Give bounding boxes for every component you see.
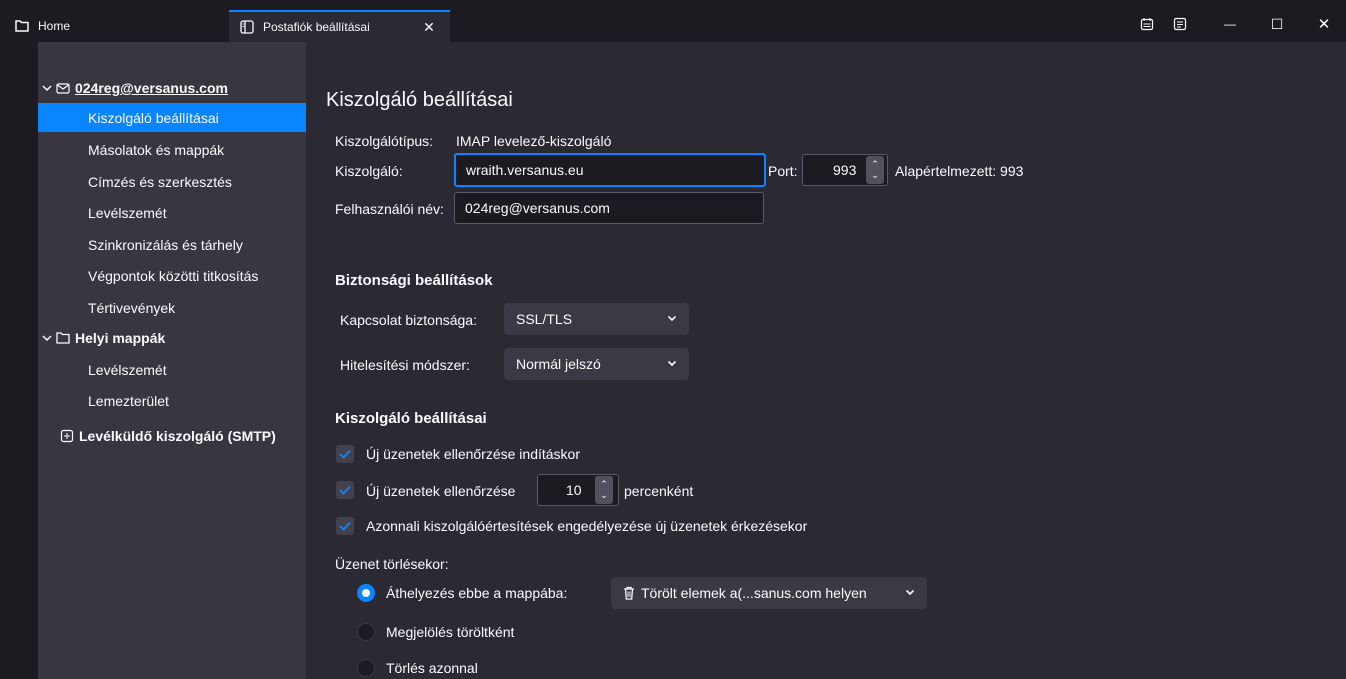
spin-up-icon: ⌃ <box>600 479 608 489</box>
sidebar-account-label: 024reg@versanus.com <box>75 80 228 96</box>
sidebar-smtp[interactable]: Levélküldő kiszolgáló (SMTP) <box>60 424 276 448</box>
server-type-label: Kiszolgálótípus: <box>335 133 434 149</box>
delete-now-label: Törlés azonnal <box>386 660 478 676</box>
tasks-icon[interactable] <box>1170 10 1190 38</box>
sidebar-item-receipts[interactable]: Tértivevények <box>38 293 306 322</box>
tab-settings-label: Postafiók beállításai <box>263 20 370 34</box>
chevron-down-icon <box>667 359 677 370</box>
move-to-folder-label: Áthelyezés ebbe a mappába: <box>386 585 568 601</box>
delete-now-radio[interactable] <box>357 659 375 677</box>
maximize-button[interactable]: ☐ <box>1265 10 1289 38</box>
interval-spinner[interactable]: ⌃ ⌄ <box>595 476 613 504</box>
auth-value: Normál jelszó <box>516 356 601 372</box>
conn-security-label: Kapcsolat biztonsága: <box>340 312 477 328</box>
spin-up-icon: ⌃ <box>871 159 879 169</box>
trash-folder-value: Törölt elemek a(...sanus.com helyen <box>641 585 867 601</box>
check-startup-label: Új üzenetek ellenőrzése indításkor <box>366 446 581 462</box>
account-sidebar: 024reg@versanus.com Kiszolgáló beállítás… <box>38 42 306 679</box>
sidebar-item-label: Szinkronizálás és tárhely <box>88 236 243 253</box>
username-input[interactable]: 024reg@versanus.com <box>454 192 764 224</box>
close-tab-icon[interactable]: ✕ <box>420 18 438 36</box>
sidebar-item-e2e-encryption[interactable]: Végpontok közötti titkosítás <box>38 261 306 290</box>
checkmark-icon <box>339 485 351 495</box>
spin-down-icon: ⌄ <box>871 170 879 180</box>
server-type-value: IMAP levelező-kiszolgáló <box>456 133 612 149</box>
port-value: 993 <box>833 162 857 178</box>
account-settings-icon <box>239 19 255 35</box>
username-label: Felhasználói név: <box>335 201 444 217</box>
sidebar-item-label: Végpontok közötti titkosítás <box>88 267 259 284</box>
chevron-down-icon <box>667 314 677 325</box>
settings-panel: Kiszolgáló beállításai Kiszolgálótípus: … <box>306 42 1346 679</box>
sidebar-item-label: Címzés és szerkesztés <box>88 173 232 190</box>
minutes-suffix: percenként <box>624 483 694 499</box>
sidebar-smtp-label: Levélküldő kiszolgáló (SMTP) <box>79 428 276 444</box>
sidebar-local-folders-label: Helyi mappák <box>75 330 166 346</box>
server-input[interactable]: wraith.versanus.eu <box>454 153 766 187</box>
check-startup-checkbox[interactable] <box>336 445 354 463</box>
checkmark-icon <box>339 521 351 531</box>
calendar-icon[interactable] <box>1137 10 1157 38</box>
mark-deleted-label: Megjelölés töröltként <box>386 624 515 640</box>
sidebar-item-server-settings[interactable]: Kiszolgáló beállításai <box>38 103 306 132</box>
trash-folder-select[interactable]: Törölt elemek a(...sanus.com helyen <box>611 577 927 609</box>
outgoing-server-icon <box>60 429 76 443</box>
sidebar-item-label: Kiszolgáló beállításai <box>88 109 219 126</box>
close-window-button[interactable]: ✕ <box>1312 10 1336 38</box>
check-every-checkbox[interactable] <box>336 481 354 499</box>
checkmark-icon <box>339 449 351 459</box>
tab-home-label: Home <box>38 19 71 33</box>
default-port-text: Alapértelmezett: 993 <box>895 163 1024 179</box>
server-settings-heading: Kiszolgáló beállításai <box>335 410 487 427</box>
security-heading: Biztonsági beállítások <box>335 272 493 289</box>
conn-security-value: SSL/TLS <box>516 311 573 327</box>
sidebar-item-label: Tértivevények <box>88 299 176 316</box>
sidebar-item-copies-folders[interactable]: Másolatok és mappák <box>38 135 306 164</box>
check-interval-value: 10 <box>566 482 582 498</box>
folder-icon <box>14 18 30 34</box>
sidebar-item-composition[interactable]: Címzés és szerkesztés <box>38 167 306 196</box>
sidebar-item-label: Levélszemét <box>88 361 167 378</box>
check-every-label: Új üzenetek ellenőrzése <box>366 483 516 499</box>
spin-down-icon: ⌄ <box>600 490 608 500</box>
port-label: Port: <box>768 163 798 179</box>
sidebar-item-local-junk[interactable]: Levélszemét <box>38 355 306 384</box>
sidebar-item-junk[interactable]: Levélszemét <box>38 198 306 227</box>
sidebar-item-sync-storage[interactable]: Szinkronizálás és tárhely <box>38 230 306 259</box>
tab-strip: Home Postafiók beállításai ✕ — ☐ ✕ <box>0 0 1346 42</box>
tab-home[interactable]: Home <box>0 10 228 42</box>
chevron-down-icon <box>42 84 54 92</box>
trash-icon <box>624 586 634 600</box>
folder-icon <box>56 332 72 344</box>
envelope-icon <box>56 82 72 94</box>
chevron-down-icon <box>42 334 54 342</box>
page-title: Kiszolgáló beállításai <box>326 89 513 111</box>
sidebar-item-disk-space[interactable]: Lemezterület <box>38 386 306 415</box>
push-notify-checkbox[interactable] <box>336 517 354 535</box>
auth-select[interactable]: Normál jelszó <box>504 348 689 380</box>
minimize-button[interactable]: — <box>1218 10 1242 38</box>
mark-deleted-radio[interactable] <box>357 623 375 641</box>
conn-security-select[interactable]: SSL/TLS <box>504 303 689 335</box>
tab-account-settings[interactable]: Postafiók beállításai ✕ <box>229 10 450 42</box>
move-to-folder-radio[interactable] <box>357 584 375 602</box>
auth-label: Hitelesítési módszer: <box>340 357 470 373</box>
sidebar-item-label: Levélszemét <box>88 204 167 221</box>
server-label: Kiszolgáló: <box>335 163 403 179</box>
sidebar-item-label: Másolatok és mappák <box>88 141 225 158</box>
sidebar-account[interactable]: 024reg@versanus.com <box>42 76 228 100</box>
chevron-down-icon <box>905 588 915 599</box>
port-spinner[interactable]: ⌃ ⌄ <box>866 156 884 184</box>
on-delete-label: Üzenet törlésekor: <box>335 556 449 572</box>
sidebar-item-label: Lemezterület <box>88 392 169 409</box>
push-notify-label: Azonnali kiszolgálóértesítések engedélye… <box>366 518 808 534</box>
sidebar-local-folders[interactable]: Helyi mappák <box>42 326 165 350</box>
